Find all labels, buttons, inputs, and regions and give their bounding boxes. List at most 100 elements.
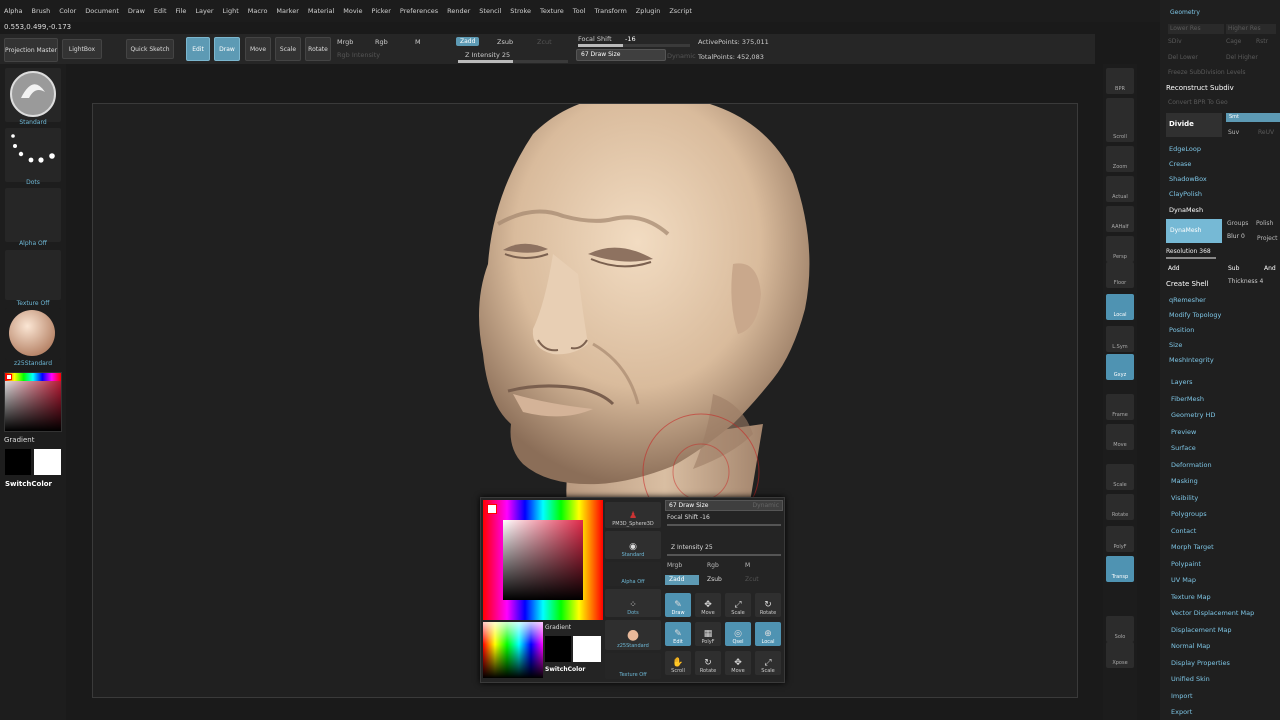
groups-toggle[interactable]: Groups [1227,220,1248,227]
del-lower-button[interactable]: Del Lower [1168,54,1198,61]
shelf-polyf-button[interactable]: PolyF [1106,526,1134,552]
reconstruct-subdiv-button[interactable]: Reconstruct Subdiv [1166,84,1234,92]
popup-zadd-toggle[interactable]: Zadd [665,575,699,585]
popup-edit-button[interactable]: ✎ Edit [665,622,691,646]
popup-draw-button[interactable]: ✎ Draw [665,593,691,617]
shelf-aahalf-button[interactable]: AAHalf [1106,206,1134,232]
popup-tool-thumbnail[interactable]: ♟ PM3D_Sphere3D [605,502,661,528]
menu-movie[interactable]: Movie [343,7,362,15]
modify-topology-subpalette[interactable]: Modify Topology [1169,311,1221,319]
shelf-scale-button[interactable]: Scale [1106,464,1134,490]
suv-toggle[interactable]: Suv [1228,129,1239,136]
popup-polyf-button[interactable]: ▦ PolyF [695,622,721,646]
subpalette-texture-map[interactable]: Texture Map [1171,593,1211,601]
reuv-button[interactable]: ReUV [1258,129,1274,136]
popup-color-square[interactable] [503,520,583,600]
popup-secondary-color[interactable] [573,636,601,662]
lightbox-button[interactable]: LightBox [62,39,102,59]
alpha-thumbnail[interactable] [5,188,61,242]
subpalette-display-properties[interactable]: Display Properties [1171,659,1230,667]
subpalette-fibermesh[interactable]: FiberMesh [1171,395,1204,403]
move-button[interactable]: Move [245,37,271,61]
menu-macro[interactable]: Macro [248,7,268,15]
position-subpalette[interactable]: Position [1169,326,1194,334]
popup-scale-button[interactable]: ⤢ Scale [755,651,781,675]
menu-layer[interactable]: Layer [195,7,213,15]
convert-bpr-button[interactable]: Convert BPR To Geo [1168,99,1228,106]
menu-document[interactable]: Document [85,7,119,15]
popup-zcut-toggle[interactable]: Zcut [745,576,759,583]
menu-light[interactable]: Light [223,7,239,15]
popup-brush-thumbnail[interactable]: ◉ Standard [605,531,661,559]
rstr-button[interactable]: Rstr [1256,38,1268,45]
switch-color-button[interactable]: SwitchColor [5,480,52,488]
menu-alpha[interactable]: Alpha [4,7,22,15]
scale-button[interactable]: Scale [275,37,301,61]
hue-strip[interactable] [5,373,61,381]
sub-toggle[interactable]: Sub [1228,265,1239,272]
focal-shift-track[interactable] [578,44,690,47]
shelf-zoom-button[interactable]: Zoom [1106,146,1134,172]
shelf-frame-button[interactable]: Frame [1106,394,1134,420]
zsub-toggle[interactable]: Zsub [497,38,513,46]
subpalette-morph-target[interactable]: Morph Target [1171,543,1214,551]
shelf-solo-button[interactable]: Solo [1106,616,1134,642]
create-shell-button[interactable]: Create Shell [1166,280,1209,288]
menu-texture[interactable]: Texture [540,7,564,15]
menu-stroke[interactable]: Stroke [510,7,531,15]
popup-move-button[interactable]: ✥ Move [725,651,751,675]
popup-rotate-button[interactable]: ↻ Rotate [755,593,781,617]
popup-texture-thumbnail[interactable]: Texture Off [605,653,661,679]
secondary-color-swatch[interactable] [34,449,61,475]
subpalette-vector-displacement-map[interactable]: Vector Displacement Map [1171,609,1254,617]
zadd-toggle[interactable]: Zadd [456,37,480,46]
subpalette-geometry-hd[interactable]: Geometry HD [1171,411,1215,419]
subpalette-masking[interactable]: Masking [1171,477,1198,485]
resolution-track[interactable] [1166,257,1216,259]
menu-edit[interactable]: Edit [154,7,167,15]
popup-switch-color[interactable]: SwitchColor [545,666,585,673]
subpalette-preview[interactable]: Preview [1171,428,1196,436]
geometry-header[interactable]: Geometry [1170,9,1200,16]
focal-shift-slider[interactable]: Focal Shift [578,35,612,43]
popup-dynamic-toggle[interactable]: Dynamic [753,502,779,509]
menu-render[interactable]: Render [447,7,470,15]
z-intensity-track[interactable] [458,60,568,63]
mrgb-toggle[interactable]: Mrgb [337,38,353,46]
shelf-transp-button[interactable]: Transp [1106,556,1134,582]
popup-z-intensity-track[interactable] [667,554,781,556]
subpalette-polygroups[interactable]: Polygroups [1171,510,1207,518]
freeze-subdiv-button[interactable]: Freeze SubDivision Levels [1168,69,1246,76]
shelf-gxyz-button[interactable]: Gxyz [1106,354,1134,380]
zcut-toggle[interactable]: Zcut [537,38,552,46]
m-toggle[interactable]: M [415,38,421,46]
dynamesh-button[interactable]: DynaMesh [1166,219,1222,243]
subpalette-export[interactable]: Export [1171,708,1192,716]
subpalette-layers[interactable]: Layers [1171,378,1193,386]
brush-thumbnail[interactable] [5,68,61,122]
draw-size-slider[interactable]: 67 Draw Size [576,49,666,61]
popup-alpha-thumbnail[interactable]: Alpha Off [605,562,661,586]
divide-button[interactable]: Divide [1166,113,1222,137]
subpalette-surface[interactable]: Surface [1171,444,1196,452]
lower-res-button[interactable]: Lower Res [1168,24,1224,34]
menu-picker[interactable]: Picker [372,7,391,15]
menu-tool[interactable]: Tool [573,7,586,15]
popup-move-button[interactable]: ✥ Move [695,593,721,617]
projection-master-button[interactable]: Projection Master [4,38,58,62]
shelf-local-button[interactable]: Local [1106,294,1134,320]
dynamesh-header[interactable]: DynaMesh [1169,206,1203,214]
del-higher-button[interactable]: Del Higher [1226,54,1258,61]
menu-preferences[interactable]: Preferences [400,7,438,15]
shadowbox-subpalette[interactable]: ShadowBox [1169,175,1207,183]
subpalette-visibility[interactable]: Visibility [1171,494,1198,502]
popup-scroll-button[interactable]: ✋ Scroll [665,651,691,675]
popup-focal-track[interactable] [667,524,781,526]
polish-toggle[interactable]: Polish [1256,220,1273,227]
main-color-swatch[interactable] [5,449,31,475]
texture-thumbnail[interactable] [5,250,61,300]
rgb-intensity-slider[interactable]: Rgb Intensity [337,51,380,59]
edgeloop-subpalette[interactable]: EdgeLoop [1169,145,1201,153]
thickness-slider[interactable]: Thickness 4 [1228,278,1263,285]
popup-z-intensity-slider[interactable]: Z Intensity 25 [671,544,713,551]
